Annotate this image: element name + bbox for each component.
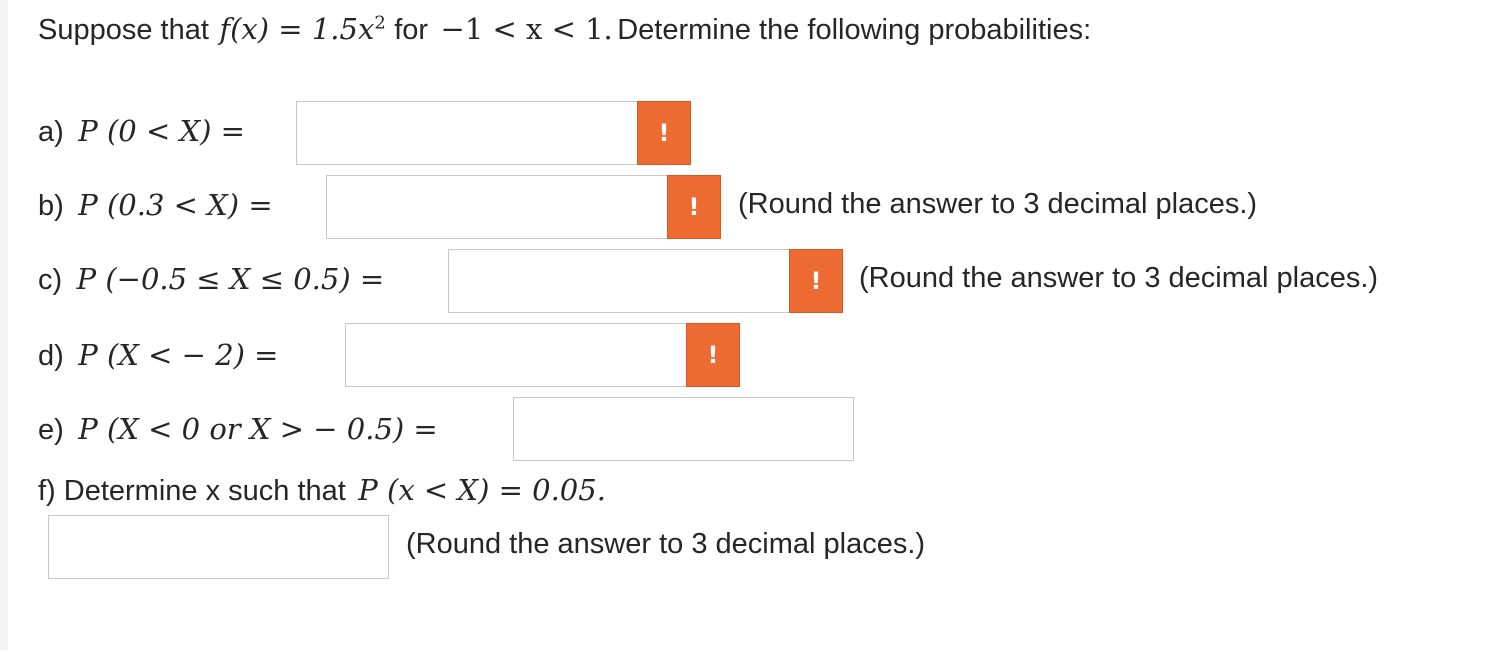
part-d-prompt: d) P (X < − 2) = <box>38 338 278 373</box>
for-text: for <box>394 14 429 46</box>
part-e-prompt: e) P (X < 0 or X > − 0.5) = <box>38 412 438 447</box>
question-text: Suppose that f(x) = 1.5x2 for −1 < x < 1… <box>38 12 1091 47</box>
part-b-answer-input[interactable] <box>326 175 668 239</box>
part-e-label: e) <box>38 414 64 446</box>
part-c-warning-icon[interactable]: ! <box>789 249 843 313</box>
part-c-rounding-note: (Round the answer to 3 decimal places.) <box>859 262 1379 294</box>
part-a-answer-input[interactable] <box>296 101 638 165</box>
part-d-label: d) <box>38 340 64 372</box>
part-b-rounding-note: (Round the answer to 3 decimal places.) <box>738 188 1258 220</box>
part-b-prompt: b) P (0.3 < X) = <box>38 188 273 223</box>
part-b-label: b) <box>38 190 64 222</box>
part-f-text: f) Determine x such that <box>38 475 346 507</box>
part-f-expression: P (x < X) = 0.05. <box>358 473 606 507</box>
part-f-prompt: f) Determine x such that P (x < X) = 0.0… <box>38 473 606 508</box>
part-f-answer-input[interactable] <box>48 515 389 579</box>
instruction-text: Determine the following probabilities: <box>617 14 1092 46</box>
part-a-label: a) <box>38 116 64 148</box>
part-a-expression: P (0 < X) = <box>78 114 245 148</box>
part-c-label: c) <box>38 264 63 296</box>
part-b-warning-icon[interactable]: ! <box>667 175 721 239</box>
part-a-prompt: a) P (0 < X) = <box>38 114 245 149</box>
part-c-expression: P (−0.5 ≤ X ≤ 0.5) = <box>76 262 385 296</box>
part-e-answer-input[interactable] <box>513 397 854 461</box>
part-d-warning-icon[interactable]: ! <box>686 323 740 387</box>
part-f-rounding-note: (Round the answer to 3 decimal places.) <box>406 528 926 560</box>
part-c-prompt: c) P (−0.5 ≤ X ≤ 0.5) = <box>38 262 384 297</box>
function-expression: f(x) = 1.5x2 <box>219 12 386 46</box>
part-d-expression: P (X < − 2) = <box>78 338 279 372</box>
part-d-answer-input[interactable] <box>345 323 687 387</box>
intro-text: Suppose that <box>38 14 209 46</box>
part-e-expression: P (X < 0 or X > − 0.5) = <box>78 412 438 446</box>
part-b-expression: P (0.3 < X) = <box>78 188 273 222</box>
domain-expression: −1 < x < 1. <box>440 12 613 46</box>
part-c-answer-input[interactable] <box>448 249 790 313</box>
part-a-warning-icon[interactable]: ! <box>637 101 691 165</box>
